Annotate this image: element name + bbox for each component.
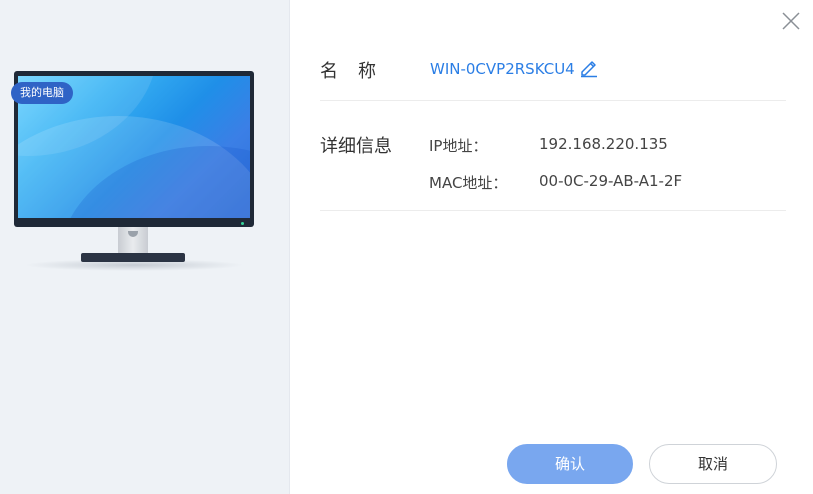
ip-address-value: 192.168.220.135 bbox=[539, 135, 668, 153]
device-name-value: WIN-0CVP2RSKCU4 bbox=[430, 60, 575, 78]
name-row: 名称 WIN-0CVP2RSKCU4 bbox=[320, 52, 786, 88]
details-label: 详细信息 bbox=[320, 136, 392, 157]
divider bbox=[320, 100, 786, 101]
monitor-base bbox=[81, 253, 185, 262]
power-led bbox=[241, 222, 244, 225]
mac-address-label: MAC地址： bbox=[429, 174, 508, 192]
close-icon[interactable] bbox=[780, 10, 802, 32]
divider bbox=[320, 210, 786, 211]
pencil-icon[interactable] bbox=[578, 56, 600, 78]
name-label: 名称 bbox=[320, 61, 396, 82]
ip-address-label: IP地址： bbox=[429, 137, 488, 155]
confirm-button[interactable]: 确认 bbox=[507, 444, 633, 484]
device-preview-panel: 我的电脑 bbox=[0, 0, 290, 494]
monitor-stand bbox=[118, 227, 148, 253]
my-computer-badge: 我的电脑 bbox=[11, 82, 73, 104]
cancel-button[interactable]: 取消 bbox=[649, 444, 777, 484]
mac-address-value: 00-0C-29-AB-A1-2F bbox=[539, 172, 683, 190]
